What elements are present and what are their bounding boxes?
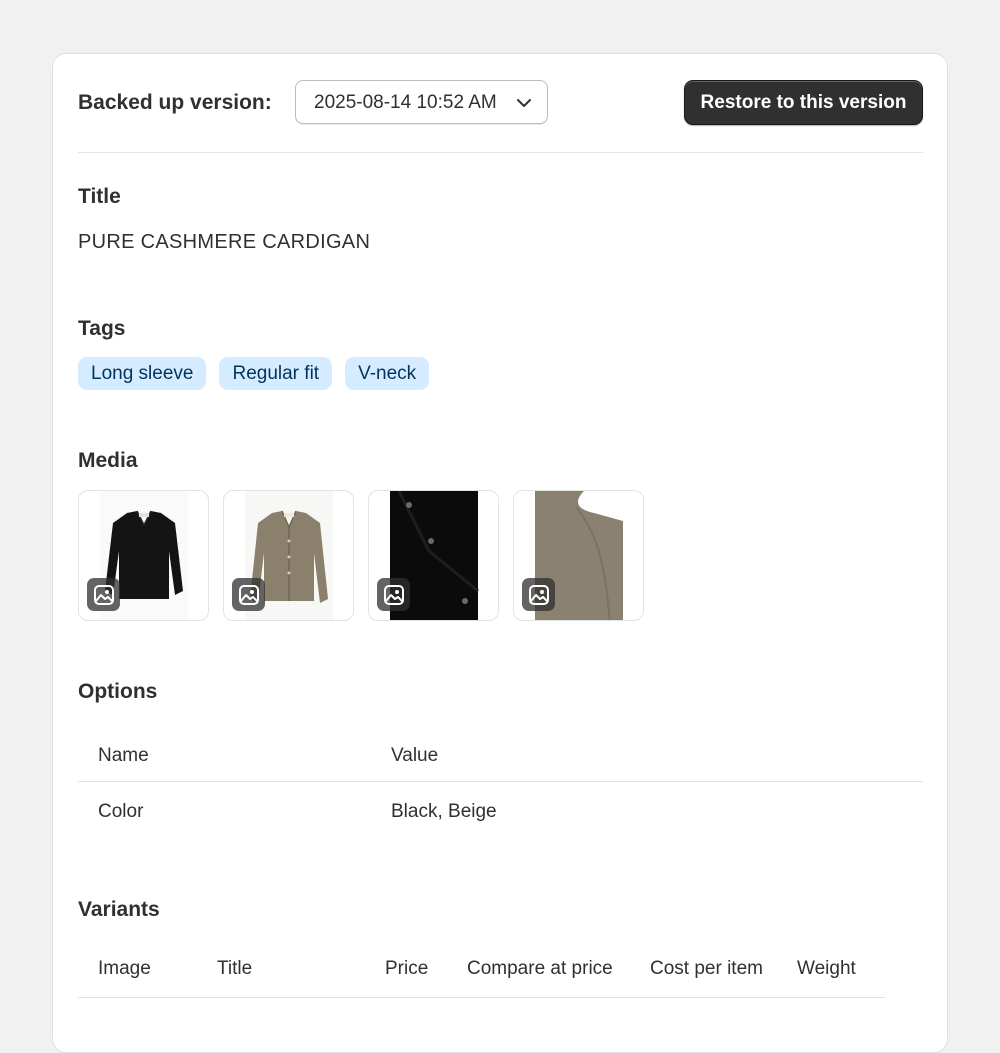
media-thumbnail[interactable] <box>513 490 644 621</box>
column-header-title: Title <box>217 958 253 979</box>
column-header-price: Price <box>385 958 429 979</box>
tags-heading: Tags <box>78 317 126 340</box>
image-icon <box>522 578 555 611</box>
chevron-down-icon <box>517 99 531 107</box>
tag-regular-fit: Regular fit <box>219 357 333 390</box>
variants-heading: Variants <box>78 898 160 921</box>
image-icon <box>87 578 120 611</box>
restore-version-button[interactable]: Restore to this version <box>684 80 923 125</box>
image-icon <box>232 578 265 611</box>
media-thumbnail[interactable] <box>368 490 499 621</box>
title-heading: Title <box>78 185 121 208</box>
options-table-header: Name Value <box>78 731 923 781</box>
version-card: Backed up version: 2025-08-14 10:52 AM R… <box>52 53 948 1053</box>
media-gallery <box>78 490 644 621</box>
product-title-value: PURE CASHMERE CARDIGAN <box>78 231 371 253</box>
version-select[interactable]: 2025-08-14 10:52 AM <box>295 80 548 124</box>
tag-list: Long sleeve Regular fit V-neck <box>78 357 430 390</box>
column-header-value: Value <box>391 745 439 766</box>
version-select-value: 2025-08-14 10:52 AM <box>314 92 497 113</box>
divider <box>78 152 923 153</box>
table-row: Color Black, Beige <box>78 781 923 842</box>
image-icon <box>377 578 410 611</box>
option-value-cell: Black, Beige <box>391 801 497 822</box>
column-header-image: Image <box>98 958 151 979</box>
column-header-name: Name <box>98 745 149 766</box>
tag-long-sleeve: Long sleeve <box>78 357 207 390</box>
column-header-compare-at-price: Compare at price <box>467 958 613 979</box>
media-thumbnail[interactable] <box>78 490 209 621</box>
media-thumbnail[interactable] <box>223 490 354 621</box>
backup-version-label: Backed up version: <box>78 91 272 114</box>
tag-v-neck: V-neck <box>345 357 430 390</box>
variants-table-header: Image Title Price Compare at price Cost … <box>78 941 885 998</box>
column-header-weight: Weight <box>797 958 856 979</box>
column-header-cost-per-item: Cost per item <box>650 958 763 979</box>
version-toolbar: Backed up version: 2025-08-14 10:52 AM R… <box>78 80 923 126</box>
option-name-cell: Color <box>98 801 144 822</box>
options-heading: Options <box>78 680 158 703</box>
media-heading: Media <box>78 449 138 472</box>
